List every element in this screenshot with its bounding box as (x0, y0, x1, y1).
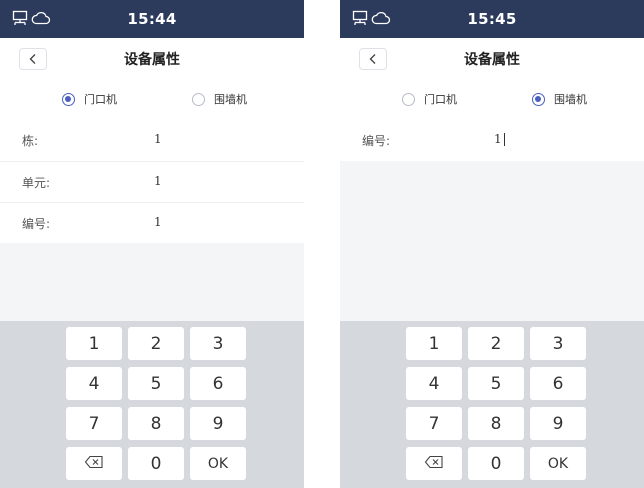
cloud-icon (31, 10, 51, 30)
text-caret (503, 133, 505, 146)
key-ok[interactable]: OK (530, 447, 586, 480)
key-backspace[interactable] (66, 447, 122, 480)
key-2[interactable]: 2 (128, 327, 184, 360)
numeric-keypad: 1 2 3 4 5 6 7 8 9 0 OK (0, 321, 304, 488)
radio-button-selected[interactable] (532, 92, 545, 106)
key-3[interactable]: 3 (190, 327, 246, 360)
key-0[interactable]: 0 (468, 447, 524, 480)
key-1[interactable]: 1 (406, 327, 462, 360)
cloud-icon (371, 10, 391, 30)
field-label: 单元: (22, 176, 51, 190)
key-0[interactable]: 0 (128, 447, 184, 480)
key-8[interactable]: 8 (128, 407, 184, 440)
key-7[interactable]: 7 (406, 407, 462, 440)
radio-door-unit[interactable]: 门口机 (62, 90, 117, 108)
field-value[interactable]: 1 (154, 132, 162, 146)
property-form: 栋: 1 单元: 1 编号: 1 (0, 120, 304, 243)
page-title: 设备属性 (124, 52, 180, 68)
key-ok[interactable]: OK (190, 447, 246, 480)
key-8[interactable]: 8 (468, 407, 524, 440)
field-label: 栋: (22, 134, 39, 148)
key-backspace[interactable] (406, 447, 462, 480)
lan-icon (352, 10, 368, 30)
radio-wall-unit[interactable]: 围墙机 (532, 90, 587, 108)
device-screen-left: 15:44 设备属性 门口机 围墙机 栋: 1 单元: 1 编号: 1 1 2 … (0, 0, 304, 488)
radio-wall-unit[interactable]: 围墙机 (192, 90, 247, 108)
page-header: 设备属性 (0, 38, 304, 78)
backspace-icon (84, 454, 104, 474)
radio-door-unit[interactable]: 门口机 (402, 90, 457, 108)
page-title: 设备属性 (464, 52, 520, 68)
status-bar: 15:44 (0, 0, 304, 38)
radio-button[interactable] (192, 92, 205, 106)
radio-label-wall-unit: 围墙机 (214, 93, 247, 106)
backspace-icon (424, 454, 444, 474)
field-value[interactable]: 1 (154, 215, 162, 229)
lan-icon (12, 10, 28, 30)
key-1[interactable]: 1 (66, 327, 122, 360)
field-number[interactable]: 编号: 1 (0, 202, 304, 243)
field-building[interactable]: 栋: 1 (0, 120, 304, 161)
key-6[interactable]: 6 (530, 367, 586, 400)
radio-label-door-unit: 门口机 (424, 93, 457, 106)
field-label: 编号: (362, 134, 391, 148)
key-9[interactable]: 9 (190, 407, 246, 440)
field-value-text: 1 (494, 132, 502, 146)
field-value-editing[interactable]: 1 (494, 132, 505, 146)
key-6[interactable]: 6 (190, 367, 246, 400)
numeric-keypad: 1 2 3 4 5 6 7 8 9 0 OK (340, 321, 644, 488)
page-header: 设备属性 (340, 38, 644, 78)
key-5[interactable]: 5 (128, 367, 184, 400)
radio-button-selected[interactable] (62, 92, 75, 106)
field-value[interactable]: 1 (154, 174, 162, 188)
field-unit[interactable]: 单元: 1 (0, 161, 304, 202)
field-label: 编号: (22, 217, 51, 231)
key-3[interactable]: 3 (530, 327, 586, 360)
property-form: 编号: 1 (340, 120, 644, 161)
radio-label-wall-unit: 围墙机 (554, 93, 587, 106)
status-bar: 15:45 (340, 0, 644, 38)
radio-label-door-unit: 门口机 (84, 93, 117, 106)
key-4[interactable]: 4 (66, 367, 122, 400)
status-time: 15:45 (467, 10, 517, 28)
key-7[interactable]: 7 (66, 407, 122, 440)
field-number[interactable]: 编号: 1 (340, 120, 644, 161)
key-9[interactable]: 9 (530, 407, 586, 440)
device-type-radio-group: 门口机 围墙机 (340, 78, 644, 120)
key-4[interactable]: 4 (406, 367, 462, 400)
device-type-radio-group: 门口机 围墙机 (0, 78, 304, 120)
device-screen-right: 15:45 设备属性 门口机 围墙机 编号: 1 1 2 3 4 5 6 7 8… (340, 0, 644, 488)
status-time: 15:44 (127, 10, 177, 28)
key-5[interactable]: 5 (468, 367, 524, 400)
radio-button[interactable] (402, 92, 415, 106)
key-2[interactable]: 2 (468, 327, 524, 360)
